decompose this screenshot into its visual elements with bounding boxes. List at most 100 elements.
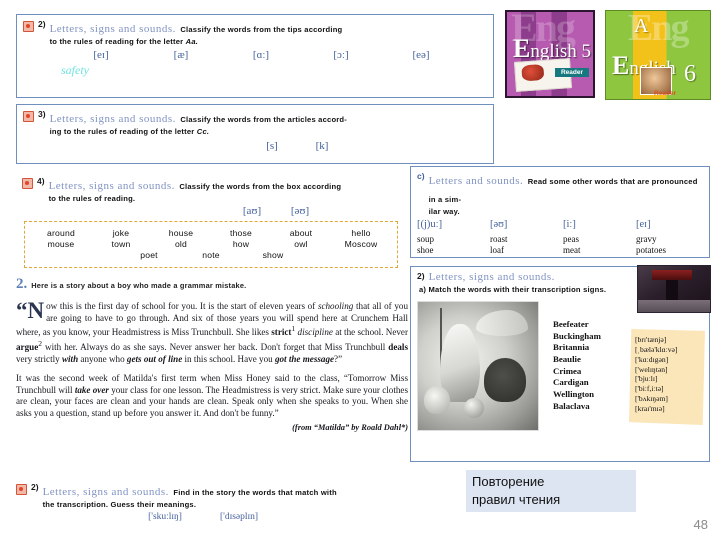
word-item[interactable]: note: [180, 250, 242, 260]
matching-transcription[interactable]: ['kɑːdɪgən]: [629, 355, 705, 365]
caption-line-2: правил чтения: [472, 491, 561, 507]
transcription-cell[interactable]: ['skuːlɪŋ]: [128, 512, 202, 522]
sound-word: potatoes: [636, 244, 666, 255]
word-item[interactable]: old: [151, 239, 211, 249]
sound-symbol: [iː]: [563, 219, 576, 231]
story-dropcap-letter: N: [27, 298, 45, 323]
matching-word[interactable]: Beefeater: [553, 319, 601, 331]
transcription-cell[interactable]: [aʊ]: [228, 205, 276, 217]
page-number: 48: [693, 517, 708, 532]
matching-word[interactable]: Buckingham: [553, 331, 601, 343]
book-cover-english-5: Eng English 5 Reader: [505, 10, 595, 98]
matching-word[interactable]: Balaclava: [553, 401, 601, 413]
transcription-cell[interactable]: ['dɪsəplɪn]: [202, 512, 276, 522]
transcription-cell[interactable]: [ɔː]: [301, 49, 381, 61]
word-item[interactable]: those: [211, 228, 271, 238]
sound-symbol: [(j)uː]: [417, 219, 443, 231]
transcription-cell[interactable]: [eə]: [381, 49, 461, 61]
transcription-cell[interactable]: [ɑː]: [221, 49, 301, 61]
matching-transcription[interactable]: [ˌbælə'klɑːvə]: [629, 345, 705, 355]
transcription-cell[interactable]: [əʊ]: [276, 205, 324, 217]
word-item[interactable]: about: [271, 228, 331, 238]
exercise-4-transcriptions: [aʊ] [əʊ]: [16, 205, 406, 217]
engraving-lion: [484, 358, 526, 402]
transcription-cell[interactable]: [k]: [297, 140, 347, 152]
story-header: 2. Here is a story about a boy who made …: [16, 276, 408, 293]
matching-transcription[interactable]: [brɪ'tænjə]: [629, 335, 705, 345]
matching-transcription[interactable]: [kraɪ'mɪə]: [629, 404, 705, 414]
word-item[interactable]: mouse: [31, 239, 91, 249]
story-paragraph-1: “N ow this is the first day of school fo…: [16, 298, 408, 365]
exercise-3-instruction-1: Classify the words from the articles acc…: [180, 115, 348, 124]
sound-column: [iː] peas meat: [563, 219, 636, 255]
sound-word: roast: [490, 234, 508, 245]
book5-title-initial: E: [513, 34, 531, 63]
book6-letter-a: A: [634, 15, 649, 37]
engraving-angel: [476, 310, 528, 336]
exercise-2-instruction-2: to the rules of reading for the letter A…: [50, 37, 343, 46]
word-item[interactable]: how: [211, 239, 271, 249]
exercise-2b-instruction-1: Find in the story the words that match w…: [173, 488, 337, 497]
exercise-3-letter: Cc.: [196, 127, 210, 136]
word-item[interactable]: owl: [271, 239, 331, 249]
word-box: around joke house those about hello mous…: [24, 221, 398, 269]
sound-word: loaf: [490, 244, 504, 255]
word-box-row: mouse town old how owl Moscow: [31, 239, 391, 249]
book6-number: 6: [684, 61, 696, 87]
matching-word[interactable]: Britannia: [553, 342, 601, 354]
exercise-3-card: 3) Letters, signs and sounds. Classify t…: [16, 104, 494, 164]
matching-word[interactable]: Beaulie: [553, 354, 601, 366]
story-source: (from “Matilda” by Roald Dahl*): [292, 422, 408, 432]
matching-transcription[interactable]: ['welɪŋtən]: [629, 365, 705, 375]
matching-transcription[interactable]: ['bʌkɪŋəm]: [629, 394, 705, 404]
exercise-c-title: Letters and sounds.: [428, 175, 524, 187]
matching-transcription[interactable]: ['biːf,iːtə]: [629, 384, 705, 394]
word-item[interactable]: Moscow: [331, 239, 391, 249]
exercise-2-header: 2) Letters, signs and sounds. Classify t…: [17, 15, 493, 46]
word-item[interactable]: around: [31, 228, 91, 238]
exercise-4-instruction-1: Classify the words from the box accordin…: [179, 182, 342, 191]
transcription-cell[interactable]: [s]: [247, 140, 297, 152]
book6-title-initial: E: [612, 51, 630, 80]
exercise-4-card: 4) Letters, signs and sounds. Classify t…: [16, 172, 406, 270]
exercise-2-instruction-1: Classify the words from the tips accordi…: [180, 25, 343, 34]
task-marker-icon: [16, 484, 27, 495]
exercise-2-answer: safety: [61, 63, 89, 78]
matching-word[interactable]: Wellington: [553, 389, 601, 401]
book5-reader-badge: Reader: [554, 68, 589, 77]
transcription-cell[interactable]: [æ]: [141, 49, 221, 61]
sound-column: [(j)uː] soup shoe: [417, 219, 490, 255]
word-item[interactable]: poet: [118, 250, 180, 260]
exercise-2b-title: Letters, signs and sounds.: [42, 486, 169, 498]
word-item[interactable]: town: [91, 239, 151, 249]
matching-word-list: Beefeater Buckingham Britannia Beaulie C…: [553, 319, 601, 413]
matching-word[interactable]: Cardigan: [553, 377, 601, 389]
word-item[interactable]: hello: [331, 228, 391, 238]
exercise-c-card: c) Letters and sounds. Read some other w…: [410, 166, 710, 258]
sound-word: gravy: [636, 234, 657, 245]
task-marker-icon: [23, 21, 34, 32]
engraving-cherub: [424, 386, 450, 414]
task-marker-icon: [23, 111, 34, 122]
matching-transcription[interactable]: ['bjuːlɪ]: [629, 374, 705, 384]
story-open-quote: “: [16, 298, 28, 323]
slide-root: 2) Letters, signs and sounds. Classify t…: [0, 0, 720, 540]
sound-column: [əʊ] roast loaf: [490, 219, 563, 255]
word-item[interactable]: joke: [91, 228, 151, 238]
exercise-2b-instruction-2: the transcription. Guess their meanings.: [42, 500, 197, 509]
word-item[interactable]: show: [242, 250, 304, 260]
matching-word[interactable]: Crimea: [553, 366, 601, 378]
exercise-4-instruction-2: to the rules of reading.: [48, 194, 136, 203]
transcription-cell[interactable]: [eɪ]: [61, 49, 141, 61]
word-item[interactable]: house: [151, 228, 211, 238]
sound-word: peas: [563, 234, 579, 245]
exercise-matching-title: Letters, signs and sounds.: [428, 271, 555, 283]
exercise-3-title: Letters, signs and sounds.: [49, 113, 176, 125]
story-subtitle: Here is a story about a boy who made a g…: [31, 281, 247, 290]
sound-symbol: [əʊ]: [490, 219, 508, 231]
exercise-c-number: c): [417, 171, 425, 181]
exercise-2b-number: 2): [31, 482, 39, 492]
exercise-2-instruction-2-text: to the rules of reading for the letter: [49, 37, 186, 46]
exercise-2b-card: 2) Letters, signs and sounds. Find in th…: [16, 478, 408, 522]
lesson-topic-caption: Повторение правил чтения: [466, 470, 636, 512]
